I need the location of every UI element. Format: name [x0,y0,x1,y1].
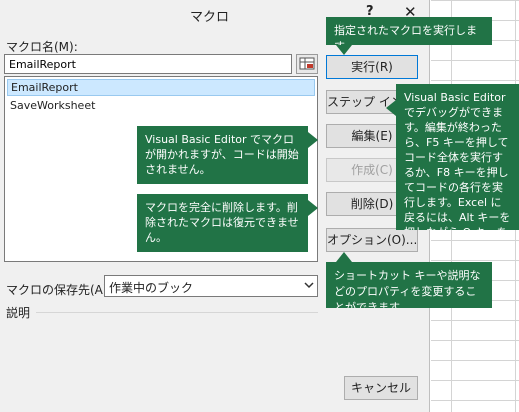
edit-callout-text: Visual Basic Editor でマクロが開かれますが、コードは開始され… [145,133,299,176]
callout-pointer [308,132,318,148]
edit-callout: Visual Basic Editor でマクロが開かれますが、コードは開始され… [137,126,308,184]
description-divider [36,312,318,313]
options-callout: ショートカット キーや説明などのプロパティを変更することができます。 [326,262,492,308]
callout-pointer [386,100,396,116]
store-location-select[interactable]: 作業中のブック [104,275,318,297]
step-into-callout: Visual Basic Editor でデバッグができます。編集が終わったら、… [396,84,519,230]
run-callout: 指定されたマクロを実行します。 [326,17,492,45]
callout-pointer [336,45,352,55]
options-button[interactable]: オプション(O)... [326,228,418,252]
range-select-icon [299,57,315,70]
list-item[interactable]: SaveWorksheet [7,98,315,113]
collapse-dialog-button[interactable] [296,54,318,74]
run-button[interactable]: 実行(R) [326,55,418,79]
description-label: 説明 [6,306,31,320]
callout-pointer [336,252,352,262]
options-callout-text: ショートカット キーや説明などのプロパティを変更することができます。 [334,269,481,308]
macro-name-input[interactable] [4,54,292,74]
delete-callout-text: マクロを完全に削除します。削除されたマクロは復元できません。 [145,201,299,244]
dialog-title: マクロ [190,10,230,25]
store-location-value: 作業中のブック [109,281,194,295]
store-label: マクロの保存先(A): [6,283,112,297]
cancel-button[interactable]: キャンセル [344,376,418,400]
list-item[interactable]: EmailReport [7,79,315,96]
step-into-callout-text: Visual Basic Editor でデバッグができます。編集が終わったら、… [404,91,511,230]
delete-callout: マクロを完全に削除します。削除されたマクロは復元できません。 [137,194,308,252]
callout-pointer [308,200,318,216]
chevron-down-icon [304,282,314,289]
macro-name-label: マクロ名(M): [6,40,78,54]
run-callout-text: 指定されたマクロを実行します。 [334,24,477,45]
